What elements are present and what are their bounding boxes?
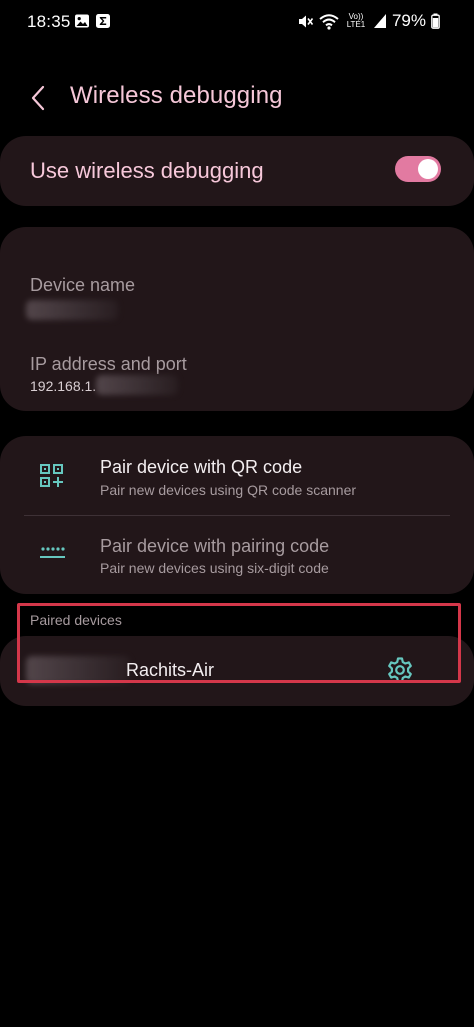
paired-device-settings-button[interactable]	[381, 651, 419, 689]
switch-knob	[418, 159, 438, 179]
password-dots-icon	[40, 547, 65, 558]
battery-icon	[431, 13, 440, 29]
wireless-debugging-switch[interactable]	[395, 156, 441, 182]
pair-with-pairing-code-row[interactable]: Pair device with pairing code Pair new d…	[0, 516, 474, 594]
wifi-icon	[319, 13, 339, 30]
use-wireless-debugging-label: Use wireless debugging	[30, 158, 264, 183]
paired-device-name: Rachits-Air	[126, 660, 215, 680]
redacted-device-name	[26, 300, 118, 320]
pair-qr-subtitle: Pair new devices using QR code scanner	[100, 482, 357, 498]
status-left-icons	[74, 13, 111, 29]
paired-devices-header: Paired devices	[30, 612, 122, 628]
status-bar: 18:35 Vo)) LTE1 79%	[0, 0, 474, 44]
page-title: Wireless debugging	[70, 82, 283, 109]
chevron-left-icon	[31, 85, 45, 111]
pair-with-qr-code-row[interactable]: Pair device with QR code Pair new device…	[0, 436, 474, 514]
device-info-card: Device name IP address and port 192.168.…	[0, 227, 474, 411]
sigma-icon	[96, 14, 110, 28]
qr-code-add-icon	[40, 464, 63, 487]
signal-icon	[373, 14, 386, 28]
ip-address-value: 192.168.1.	[30, 378, 97, 394]
gear-icon	[388, 657, 412, 683]
status-time: 18:35	[27, 12, 71, 31]
pair-code-subtitle: Pair new devices using six-digit code	[100, 560, 329, 576]
network-label: Vo)) LTE1	[346, 12, 366, 29]
pair-qr-title: Pair device with QR code	[100, 457, 303, 477]
device-name-label: Device name	[30, 275, 136, 295]
status-right-icons: Vo)) LTE1 79%	[297, 11, 440, 31]
pair-code-title: Pair device with pairing code	[100, 536, 330, 556]
battery-percent: 79%	[391, 11, 426, 30]
image-icon	[75, 14, 89, 28]
redacted-ip-address	[96, 375, 178, 395]
app-bar: Wireless debugging	[0, 72, 474, 120]
back-button[interactable]	[20, 80, 56, 116]
redacted-device-prefix	[26, 656, 130, 684]
mute-icon	[298, 15, 314, 27]
ip-address-label: IP address and port	[30, 354, 187, 374]
